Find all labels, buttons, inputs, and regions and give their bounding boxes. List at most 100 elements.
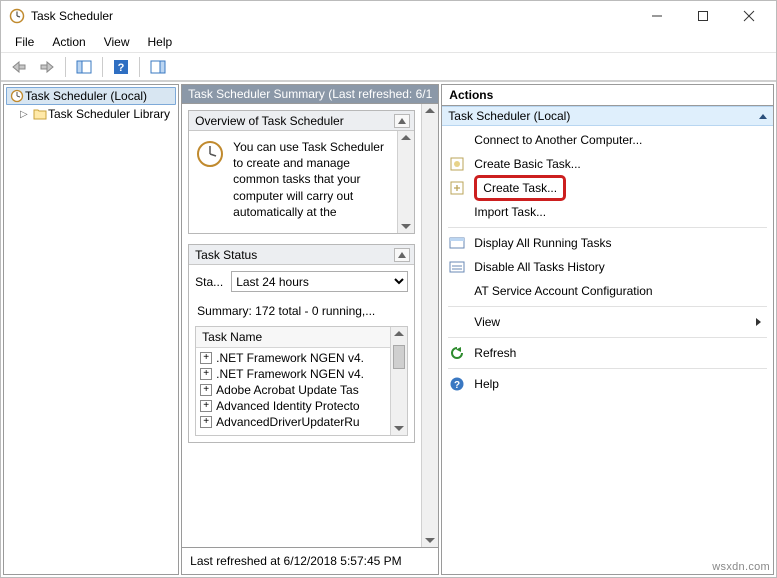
blank-icon	[448, 313, 466, 331]
action-label: Create Basic Task...	[474, 155, 581, 173]
window-controls	[634, 1, 772, 31]
action-label: Create Task...	[474, 175, 566, 201]
show-hide-tree-button[interactable]	[72, 56, 96, 78]
blank-icon	[448, 131, 466, 149]
clock-icon	[9, 8, 25, 24]
scrollbar[interactable]	[390, 327, 407, 435]
actions-title: Actions	[442, 85, 773, 106]
action-view[interactable]: View	[446, 310, 769, 334]
chevron-up-icon	[759, 114, 767, 119]
scrollbar[interactable]	[421, 104, 438, 547]
toolbar: ?	[1, 53, 776, 81]
help-icon: ?	[448, 375, 466, 393]
action-create-task[interactable]: Create Task...	[446, 176, 769, 200]
refresh-icon	[448, 344, 466, 362]
expand-icon[interactable]: ▷	[20, 109, 32, 120]
tree-root[interactable]: Task Scheduler (Local)	[6, 87, 176, 105]
action-at-service-account-configuration[interactable]: AT Service Account Configuration	[446, 279, 769, 303]
expand-icon[interactable]: +	[200, 384, 212, 396]
action-label: Connect to Another Computer...	[474, 131, 642, 149]
history-icon	[448, 258, 466, 276]
action-import-task[interactable]: Import Task...	[446, 200, 769, 224]
details-pane: Task Scheduler Summary (Last refreshed: …	[181, 84, 439, 575]
task-item-label: Advanced Identity Protecto	[216, 399, 359, 413]
task-item-label: AdvancedDriverUpdaterRu	[216, 415, 359, 429]
action-create-basic-task[interactable]: Create Basic Task...	[446, 152, 769, 176]
last-refreshed: Last refreshed at 6/12/2018 5:57:45 PM	[181, 548, 439, 575]
task-list: Task Name +.NET Framework NGEN v4.+.NET …	[195, 326, 408, 436]
action-refresh[interactable]: Refresh	[446, 341, 769, 365]
action-label: Import Task...	[474, 203, 546, 221]
forward-button[interactable]	[35, 56, 59, 78]
minimize-button[interactable]	[634, 1, 680, 31]
svg-text:?: ?	[118, 62, 125, 74]
watermark: wsxdn.com	[712, 561, 770, 573]
actions-subtitle[interactable]: Task Scheduler (Local)	[442, 106, 773, 126]
clock-icon	[195, 139, 225, 169]
task-item[interactable]: +.NET Framework NGEN v4.	[198, 350, 405, 366]
maximize-button[interactable]	[680, 1, 726, 31]
task-item[interactable]: + Advanced Identity Protecto	[198, 398, 405, 414]
toolbar-separator	[139, 57, 140, 77]
details-header-text: Task Scheduler Summary (Last refreshed: …	[188, 87, 432, 101]
running-icon	[448, 234, 466, 252]
task-status-label: Sta...	[195, 275, 223, 289]
task-status-range-dropdown[interactable]: Last 24 hours	[231, 271, 408, 292]
expand-icon[interactable]: +	[200, 416, 212, 428]
task-item[interactable]: + .NET Framework NGEN v4.	[198, 366, 405, 382]
separator	[448, 337, 767, 338]
main: Task Scheduler (Local) ▷ Task Scheduler …	[1, 81, 776, 577]
toolbar-separator	[102, 57, 103, 77]
separator	[448, 306, 767, 307]
tree-library-label: Task Scheduler Library	[48, 107, 170, 121]
help-button[interactable]: ?	[109, 56, 133, 78]
toolbar-separator	[65, 57, 66, 77]
action-label: Disable All Tasks History	[474, 258, 605, 276]
scrollbar[interactable]	[397, 131, 414, 233]
task-list-header[interactable]: Task Name	[196, 327, 407, 348]
show-hide-action-pane-button[interactable]	[146, 56, 170, 78]
create-basic-icon	[448, 155, 466, 173]
task-status-summary: Summary: 172 total - 0 running,...	[189, 298, 414, 326]
collapse-icon[interactable]	[394, 248, 410, 262]
menu-action[interactable]: Action	[44, 33, 93, 51]
blank-icon	[448, 282, 466, 300]
task-item-label: .NET Framework NGEN v4.	[216, 367, 364, 381]
task-item[interactable]: + Adobe Acrobat Update Tas	[198, 382, 405, 398]
tree-library[interactable]: ▷ Task Scheduler Library	[6, 105, 176, 123]
separator	[448, 227, 767, 228]
chevron-right-icon	[756, 318, 761, 326]
expand-icon[interactable]: +	[200, 352, 212, 364]
action-disable-all-tasks-history[interactable]: Disable All Tasks History	[446, 255, 769, 279]
action-label: View	[474, 313, 500, 331]
expand-icon[interactable]: +	[200, 400, 212, 412]
menu-help[interactable]: Help	[140, 33, 181, 51]
task-status-panel: Task Status Sta... Last 24 hours Summary…	[188, 244, 415, 443]
overview-text: You can use Task Scheduler to create and…	[233, 139, 408, 225]
back-button[interactable]	[7, 56, 31, 78]
task-item[interactable]: + AdvancedDriverUpdaterRu	[198, 414, 405, 430]
clock-icon	[9, 89, 25, 103]
folder-icon	[32, 108, 48, 120]
expand-icon[interactable]: +	[200, 368, 212, 380]
window-title: Task Scheduler	[31, 9, 634, 23]
details-header: Task Scheduler Summary (Last refreshed: …	[181, 84, 439, 104]
task-item-label: Adobe Acrobat Update Tas	[216, 383, 359, 397]
console-tree: Task Scheduler (Local) ▷ Task Scheduler …	[3, 84, 179, 575]
overview-title: Overview of Task Scheduler	[195, 114, 344, 128]
actions-pane: Actions Task Scheduler (Local) Connect t…	[441, 84, 774, 575]
separator	[448, 368, 767, 369]
menubar: File Action View Help	[1, 31, 776, 53]
action-label: Refresh	[474, 344, 516, 362]
action-label: AT Service Account Configuration	[474, 282, 652, 300]
action-help[interactable]: ?Help	[446, 372, 769, 396]
action-connect-to-another-computer[interactable]: Connect to Another Computer...	[446, 128, 769, 152]
menu-view[interactable]: View	[96, 33, 138, 51]
close-button[interactable]	[726, 1, 772, 31]
menu-file[interactable]: File	[7, 33, 42, 51]
overview-panel: Overview of Task Scheduler You can use T…	[188, 110, 415, 234]
action-label: Display All Running Tasks	[474, 234, 611, 252]
task-status-title: Task Status	[195, 248, 257, 262]
collapse-icon[interactable]	[394, 114, 410, 128]
action-display-all-running-tasks[interactable]: Display All Running Tasks	[446, 231, 769, 255]
